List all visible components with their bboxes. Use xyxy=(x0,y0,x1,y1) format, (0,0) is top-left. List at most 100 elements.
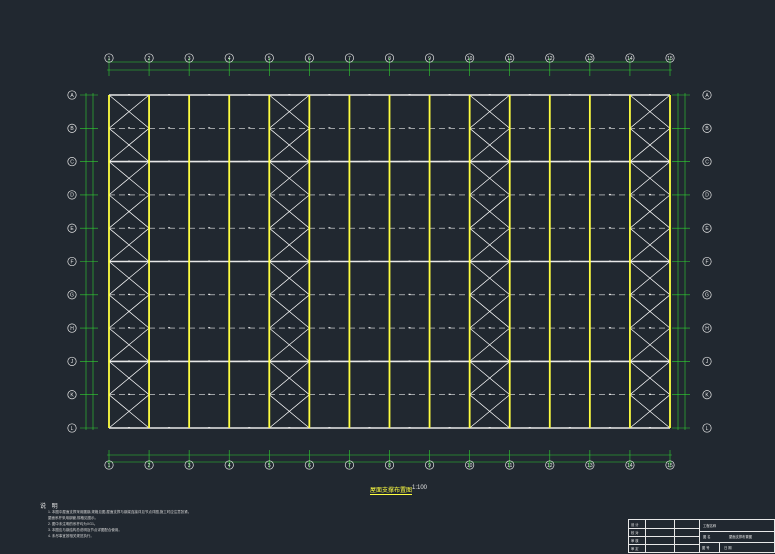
purlin-mark xyxy=(168,160,171,162)
purlin-mark xyxy=(328,393,331,395)
purlin-mark xyxy=(248,94,251,96)
axis-y-left-label: K xyxy=(70,393,74,399)
purlin-mark xyxy=(568,94,571,96)
axis-x-bottom-label: 3 xyxy=(188,463,191,469)
purlin-mark xyxy=(408,127,411,129)
axis-x-top-label: 4 xyxy=(228,56,231,62)
purlin-mark xyxy=(488,293,491,295)
plan-scale: 1:100 xyxy=(412,485,428,491)
purlin-mark xyxy=(568,393,571,395)
purlin-mark xyxy=(568,360,571,362)
axis-x-bottom-label: 1 xyxy=(108,463,111,469)
purlin-mark xyxy=(448,260,451,262)
purlin-mark xyxy=(568,293,571,295)
purlin-mark xyxy=(488,427,491,429)
axis-x-top-label: 14 xyxy=(627,56,633,62)
purlin-mark xyxy=(528,160,531,162)
axis-y-right-label: B xyxy=(705,126,709,132)
axis-x-bottom-label: 8 xyxy=(388,463,391,469)
axis-x-top-label: 12 xyxy=(547,56,553,62)
axis-x-top-label: 7 xyxy=(348,56,351,62)
axis-y-right-label: F xyxy=(705,259,708,265)
purlin-mark xyxy=(448,127,451,129)
purlin-mark xyxy=(408,427,411,429)
axis-x-top-label: 11 xyxy=(507,56,512,62)
tb-project-name: 工程名称 xyxy=(703,524,717,528)
purlin-mark xyxy=(208,160,211,162)
purlin-mark xyxy=(248,193,251,196)
tb-drawing-name: 屋面支撑布置图 xyxy=(729,535,753,539)
purlin-mark xyxy=(248,293,251,295)
purlin-mark xyxy=(288,127,291,129)
purlin-mark xyxy=(648,360,651,362)
purlin-mark xyxy=(248,327,251,329)
structural-plan-drawing: 1122334455667788991010111112121313141415… xyxy=(67,53,712,470)
purlin-mark xyxy=(168,393,171,395)
purlin-mark xyxy=(568,127,571,129)
purlin-mark xyxy=(248,227,251,229)
purlin-mark xyxy=(208,260,211,262)
axis-y-right-label: G xyxy=(705,293,709,299)
purlin-mark xyxy=(528,393,531,395)
axis-y-left-label: C xyxy=(70,159,74,165)
purlin-mark xyxy=(648,427,651,429)
purlin-mark xyxy=(128,127,131,129)
purlin-mark xyxy=(648,193,651,196)
purlin-mark xyxy=(408,327,411,329)
axis-y-right-label: K xyxy=(705,393,709,399)
purlin-mark xyxy=(368,227,371,229)
purlin-mark xyxy=(648,293,651,295)
purlin-mark xyxy=(328,427,331,429)
title-block: 设 计 校 对 审 核 审 定 工程名称 图 名 屋面支撑布置图 图 号 日 期 xyxy=(628,519,775,553)
purlin-mark xyxy=(168,193,171,196)
purlin-mark xyxy=(288,160,291,162)
purlin-mark xyxy=(648,393,651,395)
purlin-mark xyxy=(608,360,611,362)
axis-x-bottom-label: 10 xyxy=(467,463,473,469)
axis-y-left-label: A xyxy=(70,93,74,99)
axis-y-left-label: H xyxy=(70,326,74,332)
purlin-mark xyxy=(288,193,291,196)
purlin-mark xyxy=(568,160,571,162)
purlin-mark xyxy=(368,160,371,162)
axis-x-top-label: 13 xyxy=(587,56,593,62)
purlin-mark xyxy=(528,327,531,329)
purlin-mark xyxy=(328,327,331,329)
purlin-mark xyxy=(448,393,451,395)
axis-x-bottom-label: 2 xyxy=(148,463,151,469)
purlin-mark xyxy=(528,293,531,295)
axis-x-bottom-label: 5 xyxy=(268,463,271,469)
purlin-mark xyxy=(128,227,131,229)
purlin-mark xyxy=(368,127,371,129)
axis-y-left-label: F xyxy=(70,259,73,265)
axis-x-top-label: 3 xyxy=(188,56,191,62)
purlin-mark xyxy=(248,393,251,395)
purlin-mark xyxy=(168,327,171,329)
axis-x-top-label: 9 xyxy=(428,56,431,62)
purlin-mark xyxy=(488,393,491,395)
purlin-mark xyxy=(488,127,491,129)
purlin-mark xyxy=(328,360,331,362)
axis-y-right-label: D xyxy=(705,193,709,199)
purlin-mark xyxy=(608,293,611,295)
purlin-mark xyxy=(128,94,131,96)
purlin-mark xyxy=(328,293,331,295)
purlin-mark xyxy=(168,427,171,429)
axis-x-top-label: 6 xyxy=(308,56,311,62)
purlin-mark xyxy=(208,227,211,229)
purlin-mark xyxy=(568,193,571,196)
purlin-mark xyxy=(288,360,291,362)
notes-list: 1. 本图中屋面支撑采用圆钢,规格见图,屋面支撑与钢梁连接详见节点详图,施工时应… xyxy=(48,509,191,539)
purlin-mark xyxy=(488,160,491,162)
purlin-mark xyxy=(328,160,331,162)
purlin-mark xyxy=(408,393,411,395)
purlin-mark xyxy=(168,293,171,295)
axis-y-left-label: J xyxy=(71,359,74,365)
purlin-mark xyxy=(568,427,571,429)
purlin-mark xyxy=(248,127,251,129)
purlin-mark xyxy=(328,127,331,129)
axis-y-right-label: A xyxy=(705,93,709,99)
axis-y-left-label: L xyxy=(71,426,74,432)
tb-drawing-no: 图 号 xyxy=(702,546,710,550)
purlin-mark xyxy=(328,227,331,229)
